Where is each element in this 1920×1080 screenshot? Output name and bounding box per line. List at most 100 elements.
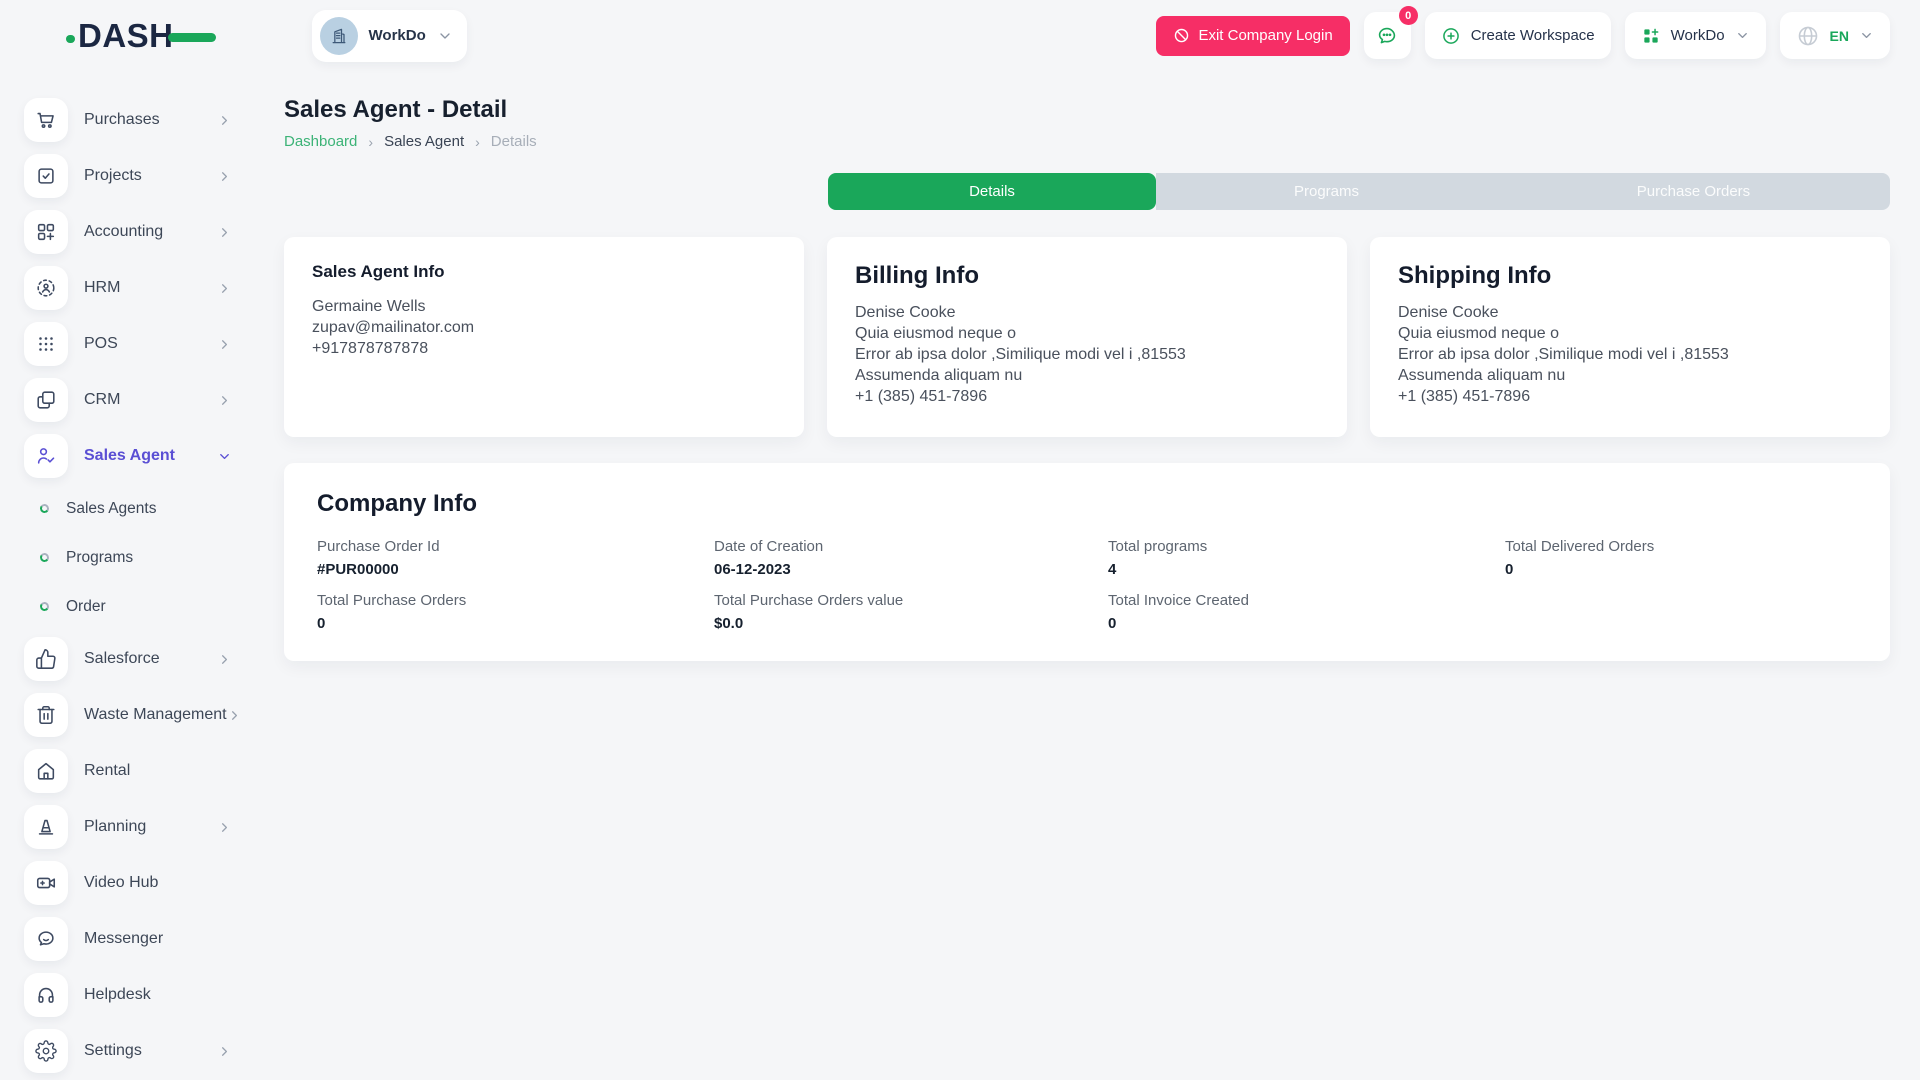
company-info-grid: Purchase Order Id #PUR00000 Date of Crea… [317, 538, 1857, 632]
field-label: Purchase Order Id [317, 538, 714, 555]
field-label: Date of Creation [714, 538, 1108, 555]
billing-phone: +1 (385) 451-7896 [855, 386, 1319, 407]
tab-purchase-orders[interactable]: Purchase Orders [1497, 173, 1890, 210]
messages-button[interactable]: 0 [1364, 12, 1411, 59]
sidebar-item-hrm[interactable]: HRM [0, 260, 284, 316]
check-square-icon [24, 154, 68, 198]
message-bubble-icon [24, 917, 68, 961]
sidebar-nav: Purchases Projects Accounting [0, 71, 284, 1080]
sidebar-item-messenger[interactable]: Messenger [0, 911, 284, 967]
field-label: Total Purchase Orders value [714, 592, 1108, 609]
bullet-icon [39, 552, 49, 562]
sidebar-item-label: Rental [84, 762, 130, 780]
sidebar-item-waste-management[interactable]: Waste Management [0, 687, 284, 743]
field-value: 0 [1505, 561, 1857, 578]
sidebar-item-salesforce[interactable]: Salesforce [0, 631, 284, 687]
user-focus-icon [24, 266, 68, 310]
sidebar-item-planning[interactable]: Planning [0, 799, 284, 855]
home-icon [24, 749, 68, 793]
sidebar-subitem-sales-agents[interactable]: Sales Agents [0, 484, 284, 533]
field-value: 06-12-2023 [714, 561, 1108, 578]
sidebar-item-label: Settings [84, 1042, 142, 1060]
chevron-right-icon [217, 113, 232, 128]
shipping-address-line: Assumenda aliquam nu [1398, 365, 1862, 386]
sidebar-item-label: Salesforce [84, 650, 160, 668]
shipping-info-card: Shipping Info Denise Cooke Quia eiusmod … [1370, 237, 1890, 437]
field-total-invoice-created: Total Invoice Created 0 [1108, 592, 1505, 632]
agent-phone: +917878787878 [312, 338, 776, 359]
shipping-address-line: Quia eiusmod neque o [1398, 323, 1862, 344]
billing-name: Denise Cooke [855, 302, 1319, 323]
field-date-of-creation: Date of Creation 06-12-2023 [714, 538, 1108, 578]
company-switcher[interactable]: WorkDo [312, 10, 467, 62]
chevron-right-icon [217, 337, 232, 352]
shipping-name: Denise Cooke [1398, 302, 1862, 323]
cone-icon [24, 805, 68, 849]
sidebar-item-label: Purchases [84, 111, 160, 129]
breadcrumb: Dashboard › Sales Agent › Details [284, 133, 1890, 150]
logo-accent-dot [66, 35, 75, 43]
field-value: 4 [1108, 561, 1505, 578]
sidebar-item-rental[interactable]: Rental [0, 743, 284, 799]
chevron-down-icon [217, 449, 232, 464]
breadcrumb-dashboard-link[interactable]: Dashboard [284, 133, 357, 150]
language-code-label: EN [1830, 28, 1849, 44]
app-screen: DASH WorkDo Exit Company Login [0, 0, 1920, 1080]
language-selector[interactable]: EN [1780, 12, 1890, 59]
main-content: Sales Agent - Detail Dashboard › Sales A… [284, 71, 1920, 1080]
sidebar-item-projects[interactable]: Projects [0, 148, 284, 204]
sidebar-subitem-programs[interactable]: Programs [0, 533, 284, 582]
grid-plus-icon [1641, 26, 1661, 46]
create-workspace-label: Create Workspace [1471, 27, 1595, 44]
company-info-card: Company Info Purchase Order Id #PUR00000… [284, 463, 1890, 661]
card-title: Company Info [317, 490, 1857, 518]
agent-email: zupav@mailinator.com [312, 317, 776, 338]
sales-agent-info-card: Sales Agent Info Germaine Wells zupav@ma… [284, 237, 804, 437]
field-label: Total Purchase Orders [317, 592, 714, 609]
chevron-right-icon [217, 169, 232, 184]
agent-name: Germaine Wells [312, 296, 776, 317]
sidebar-item-sales-agent[interactable]: Sales Agent [0, 428, 284, 484]
chevron-down-icon [1859, 28, 1874, 43]
grid-plus-icon [24, 210, 68, 254]
field-label: Total Invoice Created [1108, 592, 1505, 609]
company-switcher-label: WorkDo [369, 27, 426, 44]
sidebar-item-accounting[interactable]: Accounting [0, 204, 284, 260]
dash-logo[interactable]: DASH [66, 17, 216, 55]
sidebar-subitem-label: Sales Agents [66, 500, 156, 518]
field-total-purchase-orders: Total Purchase Orders 0 [317, 592, 714, 632]
billing-info-card: Billing Info Denise Cooke Quia eiusmod n… [827, 237, 1347, 437]
sidebar-item-label: CRM [84, 391, 120, 409]
card-title: Shipping Info [1398, 262, 1862, 290]
shipping-address-line: Error ab ipsa dolor ,Similique modi vel … [1398, 344, 1862, 365]
tab-programs[interactable]: Programs [1156, 173, 1497, 210]
sidebar-item-video-hub[interactable]: Video Hub [0, 855, 284, 911]
chevron-right-icon: › [475, 134, 480, 150]
tab-details[interactable]: Details [828, 173, 1156, 210]
sidebar-subitem-order[interactable]: Order [0, 582, 284, 631]
field-value: 0 [317, 615, 714, 632]
sidebar-item-crm[interactable]: CRM [0, 372, 284, 428]
sidebar-item-helpdesk[interactable]: Helpdesk [0, 967, 284, 1023]
building-icon [329, 26, 349, 46]
ban-icon [1173, 27, 1190, 44]
globe-icon [1796, 24, 1820, 48]
sidebar-item-settings[interactable]: Settings [0, 1023, 284, 1079]
workspace-menu[interactable]: WorkDo [1625, 12, 1766, 59]
sidebar-item-purchases[interactable]: Purchases [0, 92, 284, 148]
field-value: 0 [1108, 615, 1505, 632]
chevron-down-icon [437, 28, 453, 44]
billing-address-line: Error ab ipsa dolor ,Similique modi vel … [855, 344, 1319, 365]
sidebar-subitem-label: Order [66, 598, 106, 616]
detail-tabs: Details Programs Purchase Orders [828, 173, 1890, 210]
exit-company-login-button[interactable]: Exit Company Login [1156, 16, 1349, 56]
sidebar-item-pos[interactable]: POS [0, 316, 284, 372]
field-label: Total Delivered Orders [1505, 538, 1857, 555]
create-workspace-button[interactable]: Create Workspace [1425, 12, 1611, 59]
sidebar-subitem-label: Programs [66, 549, 133, 567]
field-total-delivered-orders: Total Delivered Orders 0 [1505, 538, 1857, 578]
bullet-icon [39, 601, 49, 611]
sidebar-item-label: Sales Agent [84, 447, 175, 465]
field-value: #PUR00000 [317, 561, 714, 578]
breadcrumb-section[interactable]: Sales Agent [384, 133, 464, 150]
